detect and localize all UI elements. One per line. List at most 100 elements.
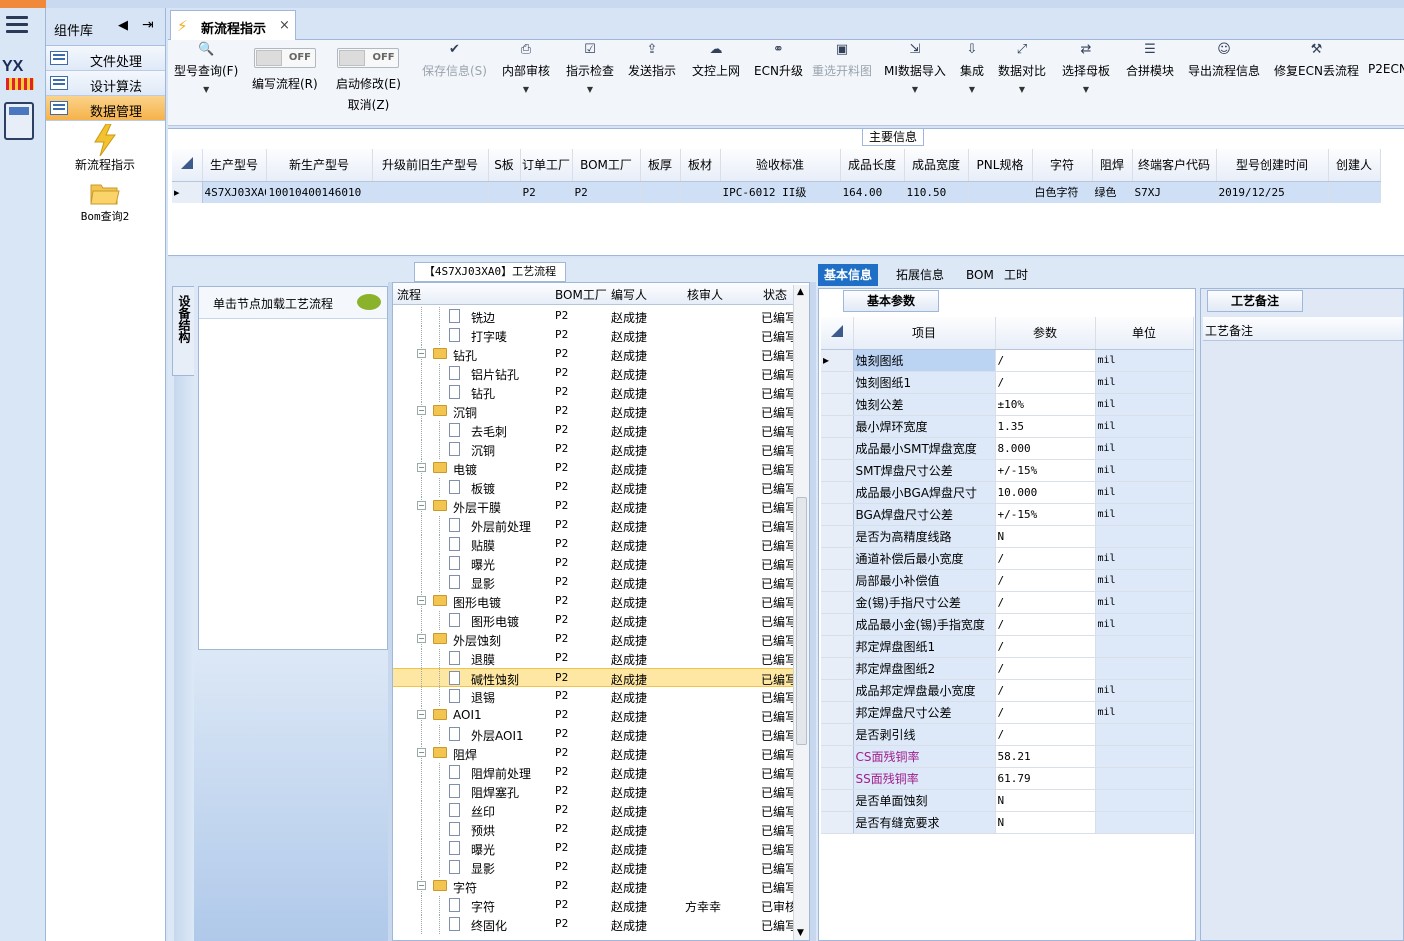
cell-10[interactable]: 110.50 <box>904 181 969 203</box>
param-row[interactable]: 是否剥引线 / <box>821 723 1194 746</box>
collapse-icon[interactable]: − <box>417 710 426 719</box>
param-row[interactable]: 局部最小补偿值 / mil <box>821 569 1194 592</box>
flow-row[interactable]: − AOI1 P2 赵成捷 已编写 <box>393 706 793 725</box>
cell-2[interactable] <box>372 181 489 203</box>
toolbar-button-4[interactable]: ⎙ 内部审核 ▼ <box>502 42 550 94</box>
tab-equipment-structure[interactable]: 设备结构 <box>172 286 194 376</box>
flow-row[interactable]: − 阻焊 P2 赵成捷 已编写 <box>393 744 793 763</box>
dropdown-arrow-icon[interactable]: ▼ <box>174 85 238 94</box>
cell-11[interactable] <box>968 181 1033 203</box>
craft-notes-column[interactable]: 工艺备注 <box>1203 317 1403 341</box>
param-value[interactable]: / <box>995 613 1096 636</box>
flow-row[interactable]: − 外层蚀刻 P2 赵成捷 已编写 <box>393 630 793 649</box>
nav-item-2[interactable]: 数据管理 <box>46 96 165 121</box>
collapse-icon[interactable]: − <box>417 349 426 358</box>
flow-row[interactable]: 外层前处理 P2 赵成捷 已编写 <box>393 516 793 535</box>
param-row[interactable]: 金(锡)手指尺寸公差 / mil <box>821 591 1194 614</box>
toolbar-button-17[interactable]: P2ECN <box>1368 42 1404 76</box>
close-icon[interactable]: × <box>279 18 290 33</box>
flow-row[interactable]: 贴膜 P2 赵成捷 已编写 <box>393 535 793 554</box>
flow-row[interactable]: 丝印 P2 赵成捷 已编写 <box>393 801 793 820</box>
param-value[interactable]: / <box>995 701 1096 724</box>
col-header-12[interactable]: 字符 <box>1032 149 1093 182</box>
toolbar-button-6[interactable]: ⇪ 发送指示 <box>628 42 676 79</box>
param-row[interactable]: 成品最小BGA焊盘尺寸 10.000 mil <box>821 481 1194 504</box>
flow-row[interactable]: 终固化 P2 赵成捷 已编写 <box>393 915 793 934</box>
param-value[interactable]: / <box>995 371 1096 394</box>
param-value[interactable]: / <box>995 349 1096 372</box>
tab-2[interactable]: BOM <box>960 264 1000 286</box>
calculator-icon[interactable] <box>4 102 34 140</box>
param-row[interactable]: SMT焊盘尺寸公差 +/-15% mil <box>821 459 1194 482</box>
flow-row[interactable]: 显影 P2 赵成捷 已编写 <box>393 573 793 592</box>
nav-item-0[interactable]: 文件处理 <box>46 46 165 71</box>
dropdown-arrow-icon[interactable]: ▼ <box>566 85 614 94</box>
toggle-switch[interactable]: OFF <box>253 48 316 68</box>
collapse-icon[interactable]: − <box>417 634 426 643</box>
collapse-icon[interactable]: − <box>417 501 426 510</box>
toolbar-button-11[interactable]: ⇩ 集成 ▼ <box>960 42 984 94</box>
collapse-icon[interactable]: − <box>417 406 426 415</box>
cell-8[interactable]: IPC-6012 II级 <box>720 181 841 203</box>
flow-scrollbar[interactable]: ▲ ▼ <box>793 285 809 940</box>
toolbar-button-10[interactable]: ⇲ MI数据导入 ▼ <box>884 42 946 94</box>
cell-1[interactable]: 10010400146010 <box>266 181 373 203</box>
param-row[interactable]: 邦定焊盘尺寸公差 / mil <box>821 701 1194 724</box>
flow-row[interactable]: 字符 P2 赵成捷 方幸幸 已审核 <box>393 896 793 915</box>
toolbar-button-2[interactable]: OFF 启动修改(E) 取消(Z) <box>336 48 401 113</box>
cell-3[interactable] <box>488 181 521 203</box>
param-value[interactable]: / <box>995 679 1096 702</box>
col-header-16[interactable]: 创建人 <box>1328 149 1381 182</box>
toolbar-button-14[interactable]: ☰ 合拼模块 <box>1126 42 1174 79</box>
dropdown-arrow-icon[interactable]: ▼ <box>502 85 550 94</box>
cell-4[interactable]: P2 <box>520 181 573 203</box>
flow-row[interactable]: − 外层干膜 P2 赵成捷 已编写 <box>393 497 793 516</box>
flow-row[interactable]: 钻孔 P2 赵成捷 已编写 <box>393 383 793 402</box>
flow-row[interactable]: 曝光 P2 赵成捷 已编写 <box>393 554 793 573</box>
param-row[interactable]: 是否有缝宽要求 N <box>821 811 1194 834</box>
col-param[interactable]: 参数 <box>995 317 1096 350</box>
col-bom-factory[interactable]: BOM工厂 <box>555 286 607 303</box>
col-header-6[interactable]: 板厚 <box>640 149 681 182</box>
param-row[interactable]: 邦定焊盘图纸1/ <box>821 635 1194 658</box>
toolbar-button-13[interactable]: ⇄ 选择母板 ▼ <box>1062 42 1110 94</box>
toolbar-button-15[interactable]: ☺ 导出流程信息 <box>1188 42 1260 79</box>
collapse-icon[interactable]: − <box>417 463 426 472</box>
cell-16[interactable] <box>1328 181 1381 203</box>
flow-row[interactable]: 图形电镀 P2 赵成捷 已编写 <box>393 611 793 630</box>
param-row[interactable]: 邦定焊盘图纸2/ <box>821 657 1194 680</box>
flow-row[interactable]: − 沉铜 P2 赵成捷 已编写 <box>393 402 793 421</box>
scroll-down-icon[interactable]: ▼ <box>797 928 804 938</box>
flow-row[interactable]: 打字唛 P2 赵成捷 已编写 <box>393 326 793 345</box>
flow-row[interactable]: 阻焊塞孔 P2 赵成捷 已编写 <box>393 782 793 801</box>
col-header-8[interactable]: 验收标准 <box>720 149 841 182</box>
param-value[interactable]: / <box>995 635 1096 658</box>
param-row[interactable]: SS面残铜率 61.79 <box>821 767 1194 790</box>
dropdown-arrow-icon[interactable]: ▼ <box>1062 85 1110 94</box>
tile-bom-query[interactable]: Bom查询2 <box>46 180 164 224</box>
tab-new-flow[interactable]: ⚡ 新流程指示 × <box>170 10 296 40</box>
col-header-13[interactable]: 阻焊 <box>1092 149 1133 182</box>
flow-row[interactable]: 去毛刺 P2 赵成捷 已编写 <box>393 421 793 440</box>
flow-row[interactable]: 显影 P2 赵成捷 已编写 <box>393 858 793 877</box>
param-row[interactable]: 成品邦定焊盘最小宽度 / mil <box>821 679 1194 702</box>
param-value[interactable]: N <box>995 789 1096 812</box>
col-status[interactable]: 状态 <box>763 286 787 303</box>
col-header-1[interactable]: 新生产型号 <box>266 149 373 182</box>
cell-7[interactable] <box>680 181 721 203</box>
dropdown-arrow-icon[interactable]: ▼ <box>884 85 946 94</box>
param-value[interactable]: 1.35 <box>995 415 1096 438</box>
flow-row[interactable]: 碱性蚀刻 P2 赵成捷 已编写 <box>393 668 793 688</box>
tab-3[interactable]: 工时 <box>998 264 1034 286</box>
col-reviewer[interactable]: 核审人 <box>687 286 723 303</box>
toolbar-button-12[interactable]: ⤢ 数据对比 ▼ <box>998 42 1046 94</box>
param-row[interactable]: 是否单面蚀刻 N <box>821 789 1194 812</box>
cell-14[interactable]: S7XJ <box>1132 181 1217 203</box>
col-unit[interactable]: 单位 <box>1095 317 1194 350</box>
param-row[interactable]: BGA焊盘尺寸公差 +/-15% mil <box>821 503 1194 526</box>
param-value[interactable]: 8.000 <box>995 437 1096 460</box>
table-row[interactable]: ▸ 4S7XJ03XA0 10010400146010 P2 P2 IPC-6012 II… <box>172 181 1381 203</box>
dropdown-arrow-icon[interactable]: ▼ <box>960 85 984 94</box>
flow-row[interactable]: 退锡 P2 赵成捷 已编写 <box>393 687 793 706</box>
flow-row[interactable]: − 电镀 P2 赵成捷 已编写 <box>393 459 793 478</box>
